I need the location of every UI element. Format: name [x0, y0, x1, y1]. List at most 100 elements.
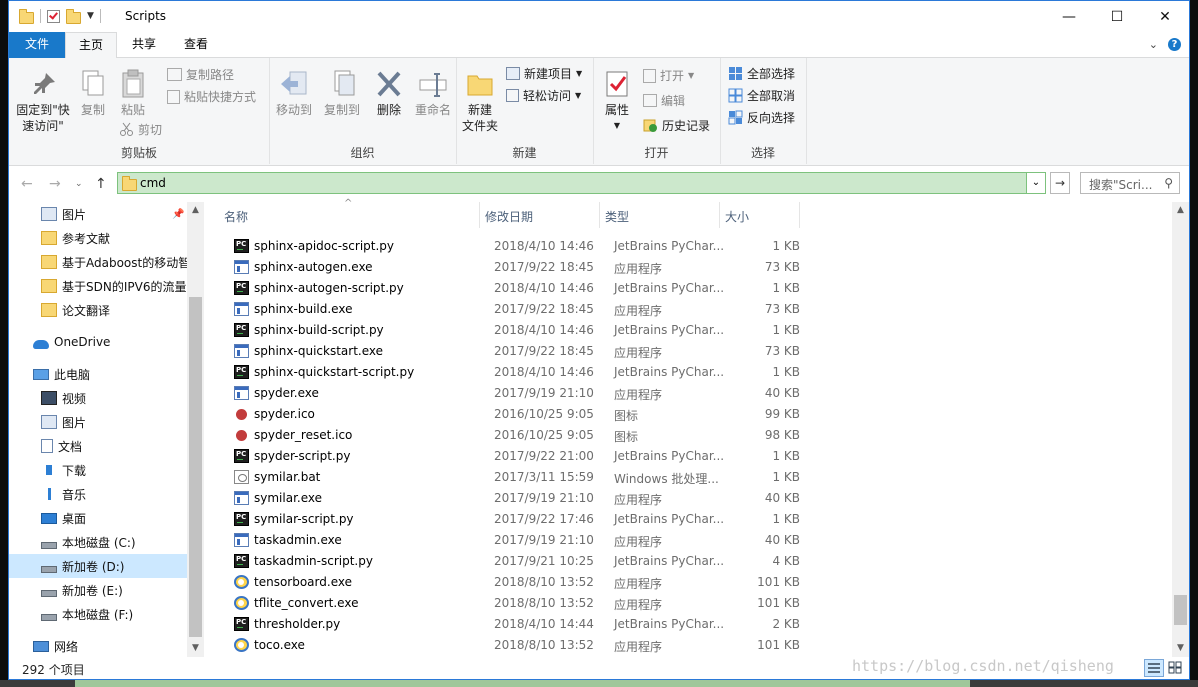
scroll-down-icon[interactable]: ▼ [1172, 640, 1189, 657]
history-button[interactable]: 历史记录 [643, 117, 710, 134]
properties-icon[interactable] [47, 9, 60, 23]
nav-item[interactable]: 桌面 [9, 506, 187, 530]
new-folder-icon[interactable] [66, 9, 81, 24]
column-divider[interactable] [479, 202, 480, 228]
nav-item[interactable]: 视频 [9, 386, 187, 410]
file-row[interactable]: spyder.ico 2016/10/25 9:05 图标 99 KB [219, 404, 979, 425]
nav-item[interactable]: 基于Adaboost的移动智 [9, 250, 187, 274]
customize-toolbar-chevron-icon[interactable]: ▼ [87, 11, 94, 21]
paste-shortcut-button[interactable]: 粘贴快捷方式 [167, 88, 256, 105]
tab-view[interactable]: 查看 [173, 32, 219, 58]
edit-button[interactable]: 编辑 [643, 92, 685, 109]
folder-icon[interactable] [19, 9, 34, 24]
nav-item[interactable]: 参考文献 [9, 226, 187, 250]
file-row[interactable]: taskadmin-script.py 2017/9/21 10:25 JetBra… [219, 551, 979, 572]
file-row[interactable]: sphinx-build-script.py 2018/4/10 14:46 Jet… [219, 320, 979, 341]
nav-item[interactable]: 基于SDN的IPV6的流量 [9, 274, 187, 298]
file-row[interactable]: thresholder.py 2018/4/10 14:44 JetBrains P… [219, 614, 979, 635]
delete-button[interactable]: 删除 [373, 68, 405, 118]
file-row[interactable]: sphinx-autogen.exe 2017/9/22 18:45 应用程序 73 … [219, 257, 979, 278]
column-divider[interactable] [719, 202, 720, 228]
nav-item[interactable]: 本地磁盘 (C:) [9, 530, 187, 554]
open-button[interactable]: 打开 ▼ [643, 67, 694, 84]
minimize-button[interactable]: — [1045, 1, 1093, 32]
file-row[interactable]: spyder_reset.ico 2016/10/25 9:05 图标 98 KB [219, 425, 979, 446]
file-row[interactable]: tensorboard.exe 2018/8/10 13:52 应用程序 101 KB [219, 572, 979, 593]
file-row[interactable]: sphinx-build.exe 2017/9/22 18:45 应用程序 73 KB [219, 299, 979, 320]
nav-item[interactable]: 音乐 [9, 482, 187, 506]
column-divider[interactable] [799, 202, 800, 228]
file-row[interactable]: taskadmin.exe 2017/9/19 21:10 应用程序 40 KB [219, 530, 979, 551]
nav-scroll-thumb[interactable] [189, 297, 202, 637]
back-arrow-icon[interactable]: ← [21, 176, 33, 192]
large-icons-view-icon[interactable] [1166, 659, 1186, 677]
nav-item[interactable]: 文档 [9, 434, 187, 458]
nav-scrollbar[interactable]: ▲ ▼ [187, 202, 204, 657]
column-header-type[interactable]: 类型 [605, 208, 629, 225]
maximize-button[interactable]: ☐ [1093, 1, 1141, 32]
go-arrow-icon[interactable]: → [1050, 172, 1070, 194]
new-item-button[interactable]: 新建项目 ▼ [506, 65, 582, 82]
copy-to-button[interactable]: 复制到 [323, 68, 361, 118]
nav-item[interactable]: 网络 [9, 634, 187, 658]
new-folder-button[interactable]: 新建 文件夹 [460, 68, 500, 134]
nav-item[interactable]: OneDrive [9, 330, 187, 354]
nav-item[interactable]: 本地磁盘 (F:) [9, 602, 187, 626]
file-list-scroll-thumb[interactable] [1174, 595, 1187, 625]
nav-item[interactable]: 下载 [9, 458, 187, 482]
search-input[interactable]: 搜索"Scri... ⚲ [1080, 172, 1180, 194]
tab-share[interactable]: 共享 [121, 32, 167, 58]
open-label: 打开 [660, 69, 685, 83]
up-arrow-icon[interactable]: ↑ [95, 176, 107, 192]
column-header-name[interactable]: 名称 [224, 208, 248, 225]
close-button[interactable]: ✕ [1141, 1, 1189, 32]
invert-selection-button[interactable]: 反向选择 [728, 109, 795, 126]
copy-path-button[interactable]: 复制路径 [167, 66, 234, 83]
scroll-down-icon[interactable]: ▼ [187, 640, 204, 657]
file-row[interactable]: symilar.exe 2017/9/19 21:10 应用程序 40 KB [219, 488, 979, 509]
easy-access-button[interactable]: 轻松访问 ▼ [506, 87, 581, 104]
rename-button[interactable]: 重命名 [413, 68, 453, 118]
select-none-button[interactable]: 全部取消 [728, 87, 795, 104]
file-row[interactable]: spyder.exe 2017/9/19 21:10 应用程序 40 KB [219, 383, 979, 404]
help-icon[interactable]: ? [1168, 38, 1181, 51]
file-row[interactable]: sphinx-autogen-script.py 2018/4/10 14:46 J… [219, 278, 979, 299]
move-to-button[interactable]: 移动到 [275, 68, 313, 118]
scroll-up-icon[interactable]: ▲ [187, 202, 204, 219]
nav-item[interactable]: 论文翻译 [9, 298, 187, 322]
select-all-button[interactable]: 全部选择 [728, 65, 795, 82]
file-list-scrollbar[interactable]: ▲ ▼ [1172, 202, 1189, 657]
scroll-up-icon[interactable]: ▲ [1172, 202, 1189, 219]
nav-item[interactable]: 新加卷 (D:) [9, 554, 187, 578]
nav-item[interactable]: 新加卷 (E:) [9, 578, 187, 602]
file-row[interactable]: tflite_convert.exe 2018/8/10 13:52 应用程序 101… [219, 593, 979, 614]
cut-button[interactable]: 剪切 [119, 121, 162, 138]
recent-locations-chevron-icon[interactable]: ⌄ [75, 179, 83, 189]
column-header-date[interactable]: 修改日期 [485, 208, 533, 225]
nav-item[interactable]: 图片 [9, 410, 187, 434]
address-input[interactable]: cmd ⌄ [117, 172, 1046, 194]
paste-button[interactable]: 粘贴 [115, 68, 151, 118]
tab-home[interactable]: 主页 [65, 32, 117, 59]
forward-arrow-icon[interactable]: → [49, 176, 61, 192]
address-history-chevron-icon[interactable]: ⌄ [1026, 173, 1045, 193]
file-row[interactable]: spyder-script.py 2017/9/22 21:00 JetBrains… [219, 446, 979, 467]
pin-quick-access-button[interactable]: 固定到"快速访问" [13, 68, 75, 134]
new-folder-label: 新建 文件夹 [461, 103, 498, 133]
file-row[interactable]: sphinx-apidoc-script.py 2018/4/10 14:46 Je… [219, 236, 979, 257]
nav-item[interactable]: 此电脑 [9, 362, 187, 386]
file-row[interactable]: sphinx-quickstart-script.py 2018/4/10 14:… [219, 362, 979, 383]
file-size: 2 KB [772, 617, 800, 631]
column-header-size[interactable]: 大小 [725, 208, 749, 225]
expand-ribbon-chevron-icon[interactable]: ⌄ [1149, 38, 1158, 51]
file-row[interactable]: symilar-script.py 2017/9/22 17:46 JetBrain… [219, 509, 979, 530]
file-row[interactable]: sphinx-quickstart.exe 2017/9/22 18:45 应用程序… [219, 341, 979, 362]
file-row[interactable]: toco.exe 2018/8/10 13:52 应用程序 101 KB [219, 635, 979, 656]
column-divider[interactable] [599, 202, 600, 228]
nav-item[interactable]: 图片 📌 [9, 202, 187, 226]
properties-button[interactable]: 属性 ▼ [599, 68, 635, 134]
copy-button[interactable]: 复制 [77, 68, 109, 118]
tab-file[interactable]: 文件 [9, 32, 65, 58]
details-view-icon[interactable] [1144, 659, 1164, 677]
file-row[interactable]: symilar.bat 2017/3/11 15:59 Windows 批处理...… [219, 467, 979, 488]
